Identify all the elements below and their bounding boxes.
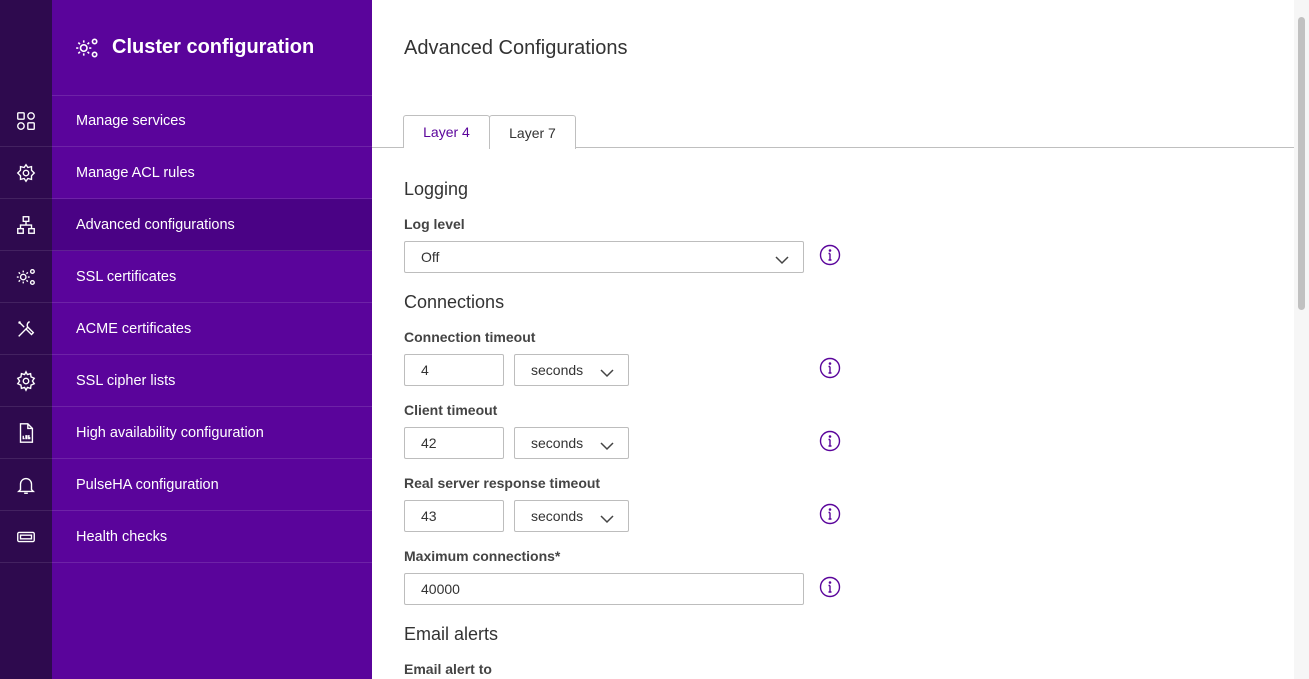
tab-layer-4[interactable]: Layer 4 — [403, 115, 490, 148]
grid-icon[interactable] — [0, 95, 52, 147]
client-timeout-unit: seconds — [531, 435, 584, 451]
sidebar-title: Cluster configuration — [112, 36, 315, 58]
sidebar-header: Cluster configuration — [52, 0, 372, 96]
sidebar-item-health-checks[interactable]: Health checks — [52, 511, 372, 563]
gears-icon[interactable] — [0, 251, 52, 303]
client-timeout-unit-select[interactable]: seconds — [514, 427, 629, 459]
info-icon[interactable] — [819, 430, 841, 452]
connection-timeout-input[interactable] — [404, 354, 504, 386]
connection-timeout-label: Connection timeout — [404, 329, 536, 345]
sidebar-item-ssl-cipher-lists[interactable]: SSL cipher lists — [52, 355, 372, 407]
connection-timeout-unit: seconds — [531, 362, 584, 378]
client-timeout-label: Client timeout — [404, 402, 498, 418]
gear-icon[interactable] — [0, 355, 52, 407]
log-level-select[interactable]: Off — [404, 241, 804, 273]
email-alerts-section-title: Email alerts — [404, 624, 499, 644]
client-timeout-input[interactable] — [404, 427, 504, 459]
sidebar-item-manage-acl-rules[interactable]: Manage ACL rules — [52, 147, 372, 199]
sidebar-item-high-availability[interactable]: High availability configuration — [52, 407, 372, 459]
max-connections-input[interactable] — [404, 573, 804, 605]
main-content: Advanced Configurations Layer 4 Layer 7 … — [372, 0, 1294, 679]
connections-section-title: Connections — [404, 292, 505, 312]
info-icon[interactable] — [819, 503, 841, 525]
sidebar-item-ssl-certificates[interactable]: SSL certificates — [52, 251, 372, 303]
log-level-label: Log level — [404, 216, 465, 232]
page-title: Advanced Configurations — [404, 37, 628, 59]
real-server-timeout-unit: seconds — [531, 508, 584, 524]
bell-icon[interactable] — [0, 459, 52, 511]
scrollbar-thumb[interactable] — [1298, 17, 1305, 310]
max-connections-label: Maximum connections* — [404, 548, 561, 564]
log-file-icon[interactable] — [0, 407, 52, 459]
connection-timeout-unit-select[interactable]: seconds — [514, 354, 629, 386]
real-server-timeout-input[interactable] — [404, 500, 504, 532]
sidebar: Cluster configuration Manage services Ma… — [52, 0, 372, 679]
info-icon[interactable] — [819, 244, 841, 266]
real-server-timeout-label: Real server response timeout — [404, 475, 601, 491]
sidebar-item-pulseha[interactable]: PulseHA configuration — [52, 459, 372, 511]
sidebar-item-acme-certificates[interactable]: ACME certificates — [52, 303, 372, 355]
logging-section-title: Logging — [404, 179, 469, 199]
chevron-down-icon — [600, 438, 614, 451]
cluster-gears-icon — [76, 38, 98, 57]
tools-icon[interactable] — [0, 303, 52, 355]
tab-layer-7[interactable]: Layer 7 — [489, 115, 576, 149]
sidebar-item-manage-services[interactable]: Manage services — [52, 95, 372, 147]
ticket-icon[interactable] — [0, 511, 52, 563]
chevron-down-icon — [775, 252, 789, 265]
acl-rules-icon[interactable] — [0, 147, 52, 199]
email-alert-to-label: Email alert to — [404, 661, 492, 677]
info-icon[interactable] — [819, 576, 841, 598]
network-icon[interactable] — [0, 199, 52, 251]
icon-rail — [0, 0, 52, 679]
tab-bar: Layer 4 Layer 7 — [372, 115, 1294, 149]
chevron-down-icon — [600, 511, 614, 524]
info-icon[interactable] — [819, 357, 841, 379]
log-level-value: Off — [421, 249, 440, 265]
chevron-down-icon — [600, 365, 614, 378]
scrollbar[interactable] — [1294, 0, 1309, 679]
sidebar-item-advanced-configurations[interactable]: Advanced configurations — [52, 199, 372, 251]
real-server-timeout-unit-select[interactable]: seconds — [514, 500, 629, 532]
